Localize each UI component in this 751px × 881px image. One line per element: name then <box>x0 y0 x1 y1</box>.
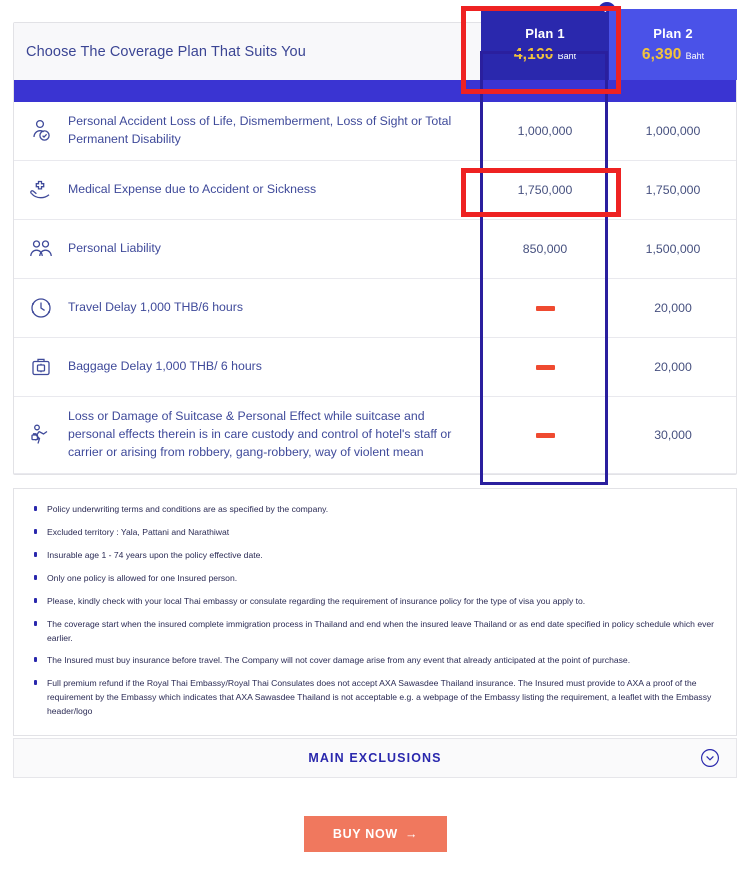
plan-card-plan-2[interactable]: Plan 2 6,390 Baht <box>609 9 737 80</box>
plan-1-currency: Baht <box>557 50 577 61</box>
not-covered-dash-icon <box>535 305 555 311</box>
coverage-label-cell: Personal Liability <box>14 220 481 278</box>
baggage-delay-icon <box>26 352 56 382</box>
travel-delay-icon <box>26 293 56 323</box>
personal-accident-icon <box>26 116 56 146</box>
plan-1-price-row: 4,160 Baht <box>514 46 576 64</box>
medical-expense-icon <box>26 175 56 205</box>
plan-2-value: 20,000 <box>654 301 692 315</box>
plan-2-value: 20,000 <box>654 360 692 374</box>
coverage-plan-card: Choose The Coverage Plan That Suits You … <box>13 2 737 485</box>
buy-now-label: BUY NOW <box>332 827 398 841</box>
note-item: Only one policy is allowed for one Insur… <box>30 572 720 586</box>
table-row: Loss or Damage of Suitcase & Personal Ef… <box>14 397 736 474</box>
table-row: Personal Accident Loss of Life, Dismembe… <box>14 102 736 161</box>
plan-2-value: 1,500,000 <box>645 242 701 256</box>
cta-container: BUY NOW → <box>0 816 751 852</box>
note-item: Policy underwriting terms and conditions… <box>30 503 720 517</box>
coverage-label: Personal Accident Loss of Life, Dismembe… <box>68 114 452 146</box>
plan-1-value <box>481 397 609 473</box>
coverage-label-cell: Loss or Damage of Suitcase & Personal Ef… <box>14 397 481 473</box>
plan-1-value <box>481 338 609 396</box>
coverage-label-cell: Medical Expense due to Accident or Sickn… <box>14 161 481 219</box>
main-exclusions-accordion[interactable]: MAIN EXCLUSIONS <box>13 738 737 778</box>
plan-card-plan-1[interactable]: Plan 1 4,160 Baht ✓ <box>481 2 616 80</box>
plan-1-value: 1,000,000 <box>517 124 573 138</box>
plan-1-value: 850,000 <box>522 242 568 256</box>
plan-2-value: 30,000 <box>654 428 692 442</box>
coverage-label: Travel Delay 1,000 THB/6 hours <box>68 300 243 315</box>
plan-1-value <box>481 279 609 337</box>
plan-slot-1: Plan 1 4,160 Baht ✓ <box>481 2 616 80</box>
note-item: Excluded territory : Yala, Pattani and N… <box>30 526 720 540</box>
chevron-down-icon[interactable] <box>700 748 720 768</box>
coverage-label: Loss or Damage of Suitcase & Personal Ef… <box>68 409 452 459</box>
table-row: Medical Expense due to Accident or Sickn… <box>14 161 736 220</box>
coverage-label: Baggage Delay 1,000 THB/ 6 hours <box>68 359 262 374</box>
note-item: Insurable age 1 - 74 years upon the poli… <box>30 549 720 563</box>
note-item: The Insured must buy insurance before tr… <box>30 654 720 668</box>
note-item: Full premium refund if the Royal Thai Em… <box>30 677 720 719</box>
personal-liability-icon <box>26 234 56 264</box>
table-row: Personal Liability 850,000 1,500,000 <box>14 220 736 279</box>
header-divider-band <box>14 80 736 102</box>
main-exclusions-title: MAIN EXCLUSIONS <box>308 751 442 765</box>
coverage-label: Personal Liability <box>68 241 161 256</box>
coverage-label: Medical Expense due to Accident or Sickn… <box>68 182 317 197</box>
note-item: The coverage start when the insured comp… <box>30 618 720 646</box>
coverage-label-cell: Travel Delay 1,000 THB/6 hours <box>14 279 481 337</box>
plan-2-currency: Baht <box>685 50 705 61</box>
plan-1-value: 1,750,000 <box>517 183 573 197</box>
plan-1-name: Plan 1 <box>525 25 565 41</box>
page-title: Choose The Coverage Plan That Suits You <box>26 43 306 60</box>
note-item: Please, kindly check with your local Tha… <box>30 595 720 609</box>
plan-1-price: 4,160 <box>513 45 554 63</box>
plan-2-name: Plan 2 <box>653 25 693 41</box>
coverage-label-cell: Baggage Delay 1,000 THB/ 6 hours <box>14 338 481 396</box>
arrow-right-icon: → <box>404 827 419 841</box>
plan-2-price-row: 6,390 Baht <box>642 46 704 64</box>
policy-notes-card: Policy underwriting terms and conditions… <box>13 488 737 737</box>
plan-2-value: 1,000,000 <box>645 124 701 138</box>
not-covered-dash-icon <box>535 432 555 438</box>
plan-2-value: 1,750,000 <box>645 183 701 197</box>
plan-slot-2: Plan 2 6,390 Baht <box>609 9 737 80</box>
table-row: Travel Delay 1,000 THB/6 hours 20,000 <box>14 279 736 338</box>
plan-2-price: 6,390 <box>641 45 682 63</box>
not-covered-dash-icon <box>535 364 555 370</box>
coverage-label-cell: Personal Accident Loss of Life, Dismembe… <box>14 102 481 160</box>
plan-table-header: Choose The Coverage Plan That Suits You … <box>14 2 737 80</box>
table-row: Baggage Delay 1,000 THB/ 6 hours 20,000 <box>14 338 736 397</box>
baggage-loss-icon <box>26 420 56 450</box>
buy-now-button[interactable]: BUY NOW → <box>304 816 447 852</box>
